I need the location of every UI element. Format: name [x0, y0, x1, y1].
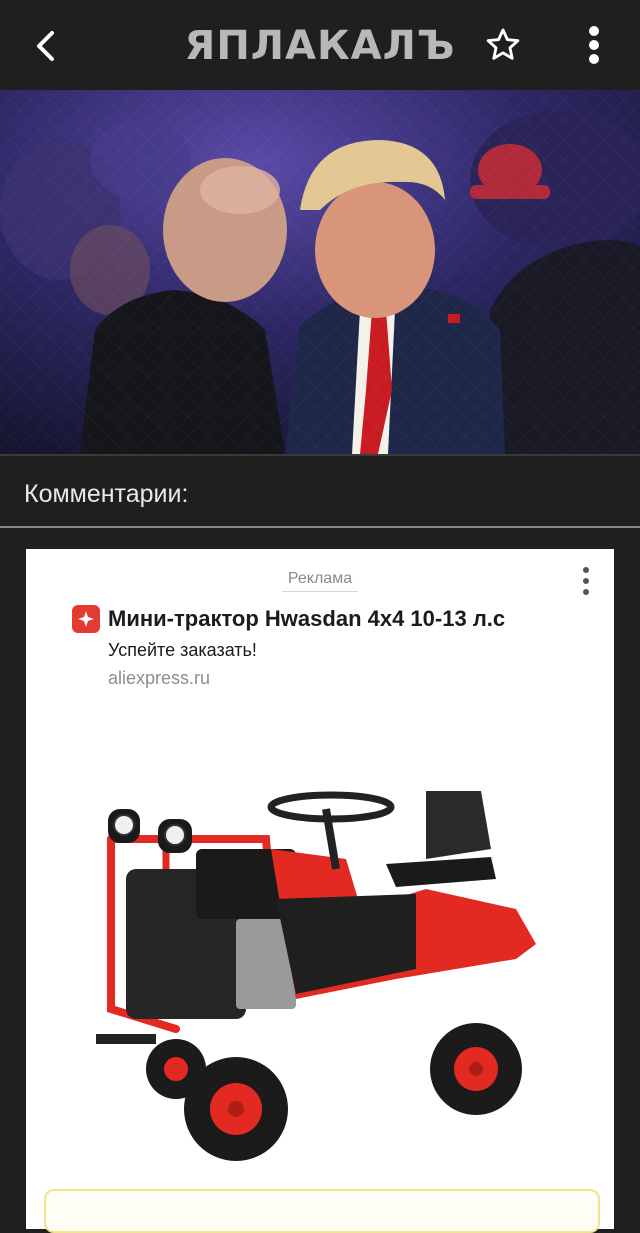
star-icon	[486, 28, 520, 60]
post-photo[interactable]	[0, 90, 640, 454]
logo-text: ЯПЛАКАЛЪ	[184, 23, 456, 69]
favorite-button[interactable]	[480, 22, 526, 68]
app-bar: ЯПЛАКАЛЪ	[0, 0, 640, 90]
back-arrow-icon	[37, 31, 54, 61]
ad-title[interactable]: Мини-трактор Hwasdan 4x4 10-13 л.с	[108, 604, 505, 634]
overflow-menu-button[interactable]	[572, 22, 616, 68]
comments-heading: Комментарии:	[24, 480, 189, 508]
ad-label: Реклама	[282, 567, 358, 592]
ad-domain: aliexpress.ru	[108, 668, 211, 688]
more-vert-icon	[583, 567, 589, 595]
back-button[interactable]	[24, 24, 68, 68]
section-divider	[0, 526, 640, 528]
post-photo-illustration	[0, 90, 640, 454]
ad-options-button[interactable]	[574, 563, 598, 599]
app-logo: ЯПЛАКАЛЪ	[180, 22, 460, 70]
more-vert-icon	[589, 26, 599, 64]
ad-subtitle: Успейте заказать!	[108, 640, 257, 660]
section-divider	[0, 454, 640, 456]
ad-cta-button[interactable]	[44, 1189, 600, 1233]
ad-product-image[interactable]	[96, 779, 556, 1179]
aliexpress-logo-icon	[72, 605, 100, 633]
ad-card[interactable]: Реклама Мини-трактор Hwasdan 4x4 10-13 л…	[26, 549, 614, 1233]
